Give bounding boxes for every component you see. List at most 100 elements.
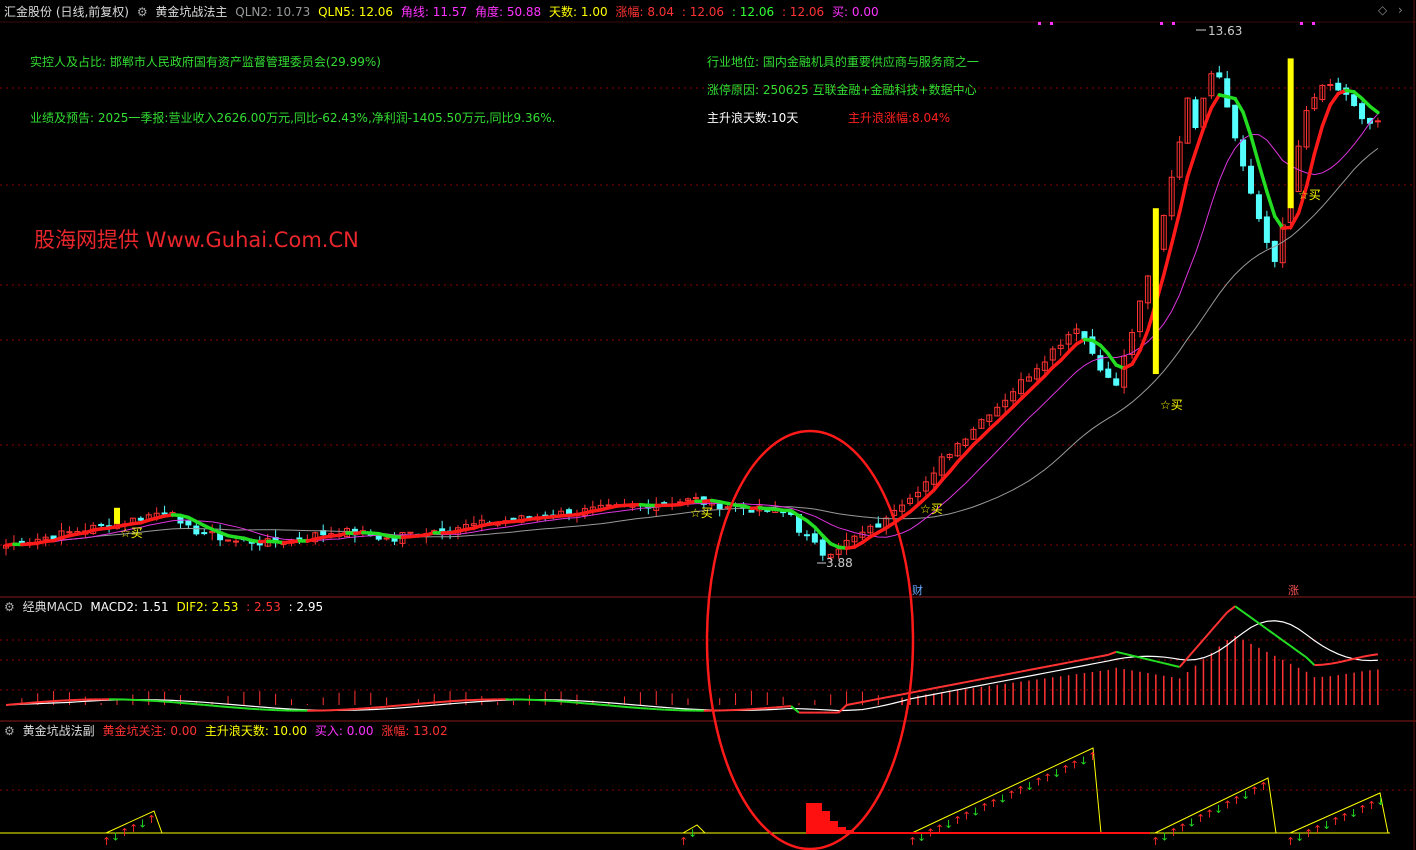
- candle-body: [98, 523, 105, 526]
- dif-line-segment: [1123, 652, 1133, 657]
- candle-body: [1240, 139, 1247, 167]
- macd-extra-1: : 2.53: [246, 600, 281, 614]
- signal-dot: [1300, 22, 1303, 25]
- up-arrow-icon: ↑: [953, 814, 962, 827]
- down-arrow-icon: ↓: [1187, 817, 1196, 830]
- up-arrow-icon: ↑: [102, 835, 111, 848]
- buy-mark: ☆买: [1298, 188, 1321, 202]
- dif-line-segment: [568, 701, 578, 704]
- macd-extra-2: : 2.95: [288, 600, 324, 614]
- dif-line-segment: [957, 681, 966, 685]
- zhangfu-label: 涨幅:: [615, 5, 644, 19]
- candle-body: [1216, 72, 1223, 78]
- dif-line-segment: [981, 676, 990, 681]
- days-value: 10.00: [272, 724, 308, 738]
- macd-panel[interactable]: [5, 605, 1379, 714]
- gear-icon[interactable]: ⚙: [4, 600, 15, 614]
- candle-body: [1248, 165, 1255, 194]
- focus-bar: [822, 811, 830, 833]
- chevron-right-icon[interactable]: ›: [1398, 3, 1403, 17]
- dif-line-segment: [1163, 662, 1172, 667]
- up-arrow-icon: ↑: [147, 813, 156, 826]
- focus-value: 0.00: [170, 724, 198, 738]
- gear-icon[interactable]: ⚙: [137, 5, 148, 19]
- candle-body: [1113, 378, 1120, 386]
- dif-line-segment: [1100, 653, 1109, 658]
- low-price-label: 3.88: [826, 556, 853, 570]
- jiaoxian-label: 角线:: [400, 5, 429, 19]
- dif-line-segment: [212, 704, 221, 708]
- macd2-value: 1.51: [141, 600, 169, 614]
- dif-line-segment: [1338, 659, 1347, 664]
- up-arrow-icon: ↑: [120, 826, 129, 839]
- down-arrow-icon: ↓: [688, 827, 697, 840]
- buy-mark: ☆买: [120, 526, 143, 540]
- dif-line-segment: [973, 678, 982, 682]
- candle-body: [407, 531, 414, 534]
- watermark: 股海网提供 Www.Guhai.Com.CN: [34, 228, 359, 252]
- dif-line-segment: [1115, 650, 1125, 655]
- up-arrow-icon: ↑: [1043, 771, 1052, 784]
- limit-reason-annotation: 涨停原因: 250625 互联金融+金融科技+数据中心: [707, 83, 977, 97]
- dif-line-segment: [790, 705, 800, 714]
- candle-body: [161, 512, 168, 515]
- dif-line-segment: [949, 682, 958, 687]
- trend-line-segment: [1169, 210, 1182, 246]
- candle-body: [375, 535, 382, 540]
- buy-label: 买入:: [314, 724, 343, 738]
- gold-pit-sub-panel[interactable]: ↑ ↓ ↑ ↑ ↓ ↑↑↓↑ ↓ ↑ ↑ ↓ ↑ ↑ ↓ ↑ ↑ ↓ ↑ ↑ ↓ ↑ ↑ ↓ ↑ ↑ ↓ ↑↑ ↓ ↑ ↑ ↓ ↑ ↑ ↓ ↑ ↑ ↓…: [0, 747, 1390, 848]
- dif-line-segment: [1155, 660, 1165, 665]
- gear-icon[interactable]: ⚙: [4, 724, 15, 738]
- signal-bar: [114, 507, 121, 524]
- dif-line-segment: [410, 702, 419, 706]
- dif-line-segment: [196, 703, 205, 706]
- candle-body: [803, 534, 810, 537]
- macd-indicator-name[interactable]: 经典MACD: [23, 600, 83, 614]
- down-arrow-icon: ↓: [1295, 831, 1304, 844]
- up-arrow-icon: ↑: [1205, 808, 1214, 821]
- trend-line-segment: [1193, 126, 1206, 154]
- dif-line-segment: [576, 701, 585, 705]
- dif-line-segment: [180, 701, 189, 705]
- trend-line-segment: [1257, 162, 1269, 194]
- sub-indicator-name[interactable]: 黄金坑战法副: [23, 724, 95, 738]
- dif-line-segment: [862, 699, 871, 703]
- trend-line-segment: [1241, 110, 1253, 138]
- dif-line-segment: [402, 703, 411, 707]
- tianshu-label: 天数:: [549, 5, 578, 19]
- up-arrow-icon: ↑: [1304, 827, 1313, 840]
- up-arrow-icon: ↑: [1259, 780, 1268, 793]
- dif-line-segment: [933, 685, 942, 690]
- candle-body: [1255, 194, 1262, 220]
- dif-line-segment: [37, 700, 46, 704]
- down-arrow-icon: ↓: [998, 793, 1007, 806]
- trend-line-segment: [1288, 211, 1301, 230]
- dif-line-segment: [870, 697, 879, 702]
- dif-line-segment: [21, 701, 30, 705]
- dif-line-segment: [1290, 645, 1300, 653]
- dif-line-segment: [1186, 648, 1197, 659]
- trend-line-segment: [932, 478, 944, 492]
- mai-label: 买:: [832, 5, 849, 19]
- stock-title[interactable]: 汇金股份 (日线,前复权): [4, 5, 129, 19]
- dif-line-segment: [1084, 656, 1093, 661]
- focus-bar: [814, 803, 822, 833]
- event-mark: 涨: [1288, 584, 1299, 597]
- indicator-name[interactable]: 黄金坑战法主: [155, 5, 227, 19]
- dif-line-segment: [394, 704, 403, 707]
- jiaodu-label: 角度:: [474, 5, 503, 19]
- buy-mark: ☆买: [920, 502, 943, 516]
- up-arrow-icon: ↑: [1151, 835, 1160, 848]
- chevron-left-icon[interactable]: ◇: [1378, 3, 1387, 17]
- dif-line-segment: [227, 706, 237, 709]
- dif-line-segment: [1076, 658, 1085, 662]
- jiaodu-value: 50.88: [506, 5, 542, 19]
- candle-body: [1335, 82, 1342, 91]
- trend-line-segment: [1265, 189, 1277, 219]
- dif-line-segment: [854, 700, 863, 705]
- up-arrow-icon: ↑: [1016, 784, 1025, 797]
- sub-header: ⚙ 黄金坑战法副 黄金坑关注: 0.00 主升浪天数: 10.00 买入: 0.…: [4, 721, 452, 741]
- dif-line-segment: [767, 706, 776, 710]
- dif-line-segment: [997, 673, 1006, 678]
- dif-line-segment: [1139, 656, 1149, 661]
